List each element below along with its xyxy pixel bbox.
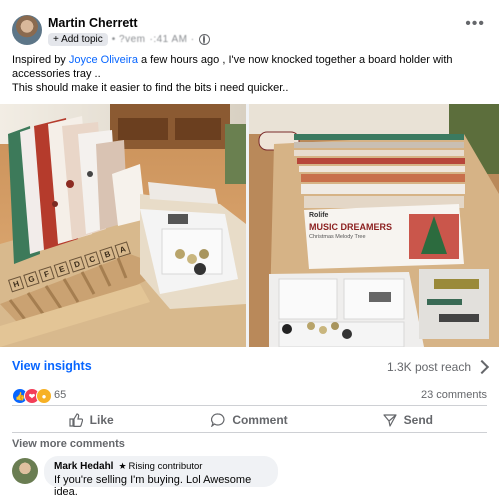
photo-grid: H G F E D C B A Rolife MUSIC DREAMERS Ch… <box>0 104 499 347</box>
mention-link[interactable]: Joyce Oliveira <box>69 54 138 66</box>
comment-header: Mark Hedahl ★ Rising contributor <box>54 461 268 472</box>
post-timestamp[interactable]: • ?vem <box>112 34 146 45</box>
post-text-line2: This should make it easier to find the b… <box>12 82 289 94</box>
wow-reaction-icon: ● <box>36 388 52 404</box>
insights-bar: View insights 1.3K post reach <box>12 358 490 376</box>
reactions-summary: 👍 ❤ ● 65 23 comments <box>12 388 487 404</box>
thumbs-up-icon <box>69 413 83 427</box>
comment-button[interactable]: Comment <box>170 409 328 431</box>
photo-right[interactable]: Rolife MUSIC DREAMERS Christmas Melody T… <box>249 104 499 347</box>
post-meta: + Add topic • ?vem ·:41 AM · <box>48 32 210 46</box>
post-text: Inspired by Joyce Oliveira a few hours a… <box>12 53 482 95</box>
view-more-comments-link[interactable]: View more comments <box>12 438 125 450</box>
like-button[interactable]: Like <box>12 409 170 431</box>
post-reach[interactable]: 1.3K post reach <box>387 360 471 374</box>
photo-left[interactable]: H G F E D C B A <box>0 104 246 347</box>
author-name[interactable]: Martin Cherrett <box>48 16 138 30</box>
reaction-count[interactable]: 65 <box>54 389 66 401</box>
view-insights-link[interactable]: View insights <box>12 359 92 373</box>
product-subtitle: Christmas Melody Tree <box>309 234 366 240</box>
comment-icon <box>211 413 225 427</box>
board-holder-photo <box>0 104 246 347</box>
divider <box>12 405 487 406</box>
more-options-icon[interactable]: ••• <box>465 15 485 33</box>
product-box-label: Rolife MUSIC DREAMERS Christmas Melody T… <box>309 212 419 240</box>
author-avatar[interactable] <box>12 15 42 45</box>
commenter-avatar[interactable] <box>12 458 38 484</box>
divider <box>12 432 487 433</box>
comment-label: Comment <box>232 413 288 427</box>
comment-text: If you're selling I'm buying. Lol Awesom… <box>54 474 252 498</box>
product-title: MUSIC DREAMERS <box>309 222 393 232</box>
post-actions: Like Comment Send <box>12 409 487 431</box>
contributor-badge: ★ Rising contributor <box>118 461 202 472</box>
send-label: Send <box>403 413 433 427</box>
facebook-post: Martin Cherrett + Add topic • ?vem ·:41 … <box>0 0 499 499</box>
post-text-prefix: Inspired by <box>12 54 69 66</box>
star-icon: ★ <box>118 461 127 471</box>
like-label: Like <box>89 413 114 427</box>
comment-count[interactable]: 23 comments <box>421 389 487 401</box>
globe-icon <box>198 33 210 45</box>
send-icon <box>383 414 397 427</box>
comment-item: Mark Hedahl ★ Rising contributor If you'… <box>12 456 487 498</box>
reaction-icons[interactable]: 👍 ❤ ● <box>12 388 52 404</box>
post-header: Martin Cherrett + Add topic • ?vem ·:41 … <box>12 13 489 47</box>
product-brand: Rolife <box>309 212 329 219</box>
comment-bubble: Mark Hedahl ★ Rising contributor If you'… <box>44 456 278 498</box>
post-timestamp-time[interactable]: ·:41 AM · <box>150 34 195 45</box>
badge-label: Rising contributor <box>128 461 203 472</box>
chevron-right-icon[interactable] <box>474 359 490 375</box>
send-button[interactable]: Send <box>329 409 487 431</box>
add-topic-button[interactable]: + Add topic <box>48 32 108 46</box>
commenter-name[interactable]: Mark Hedahl <box>54 461 113 472</box>
